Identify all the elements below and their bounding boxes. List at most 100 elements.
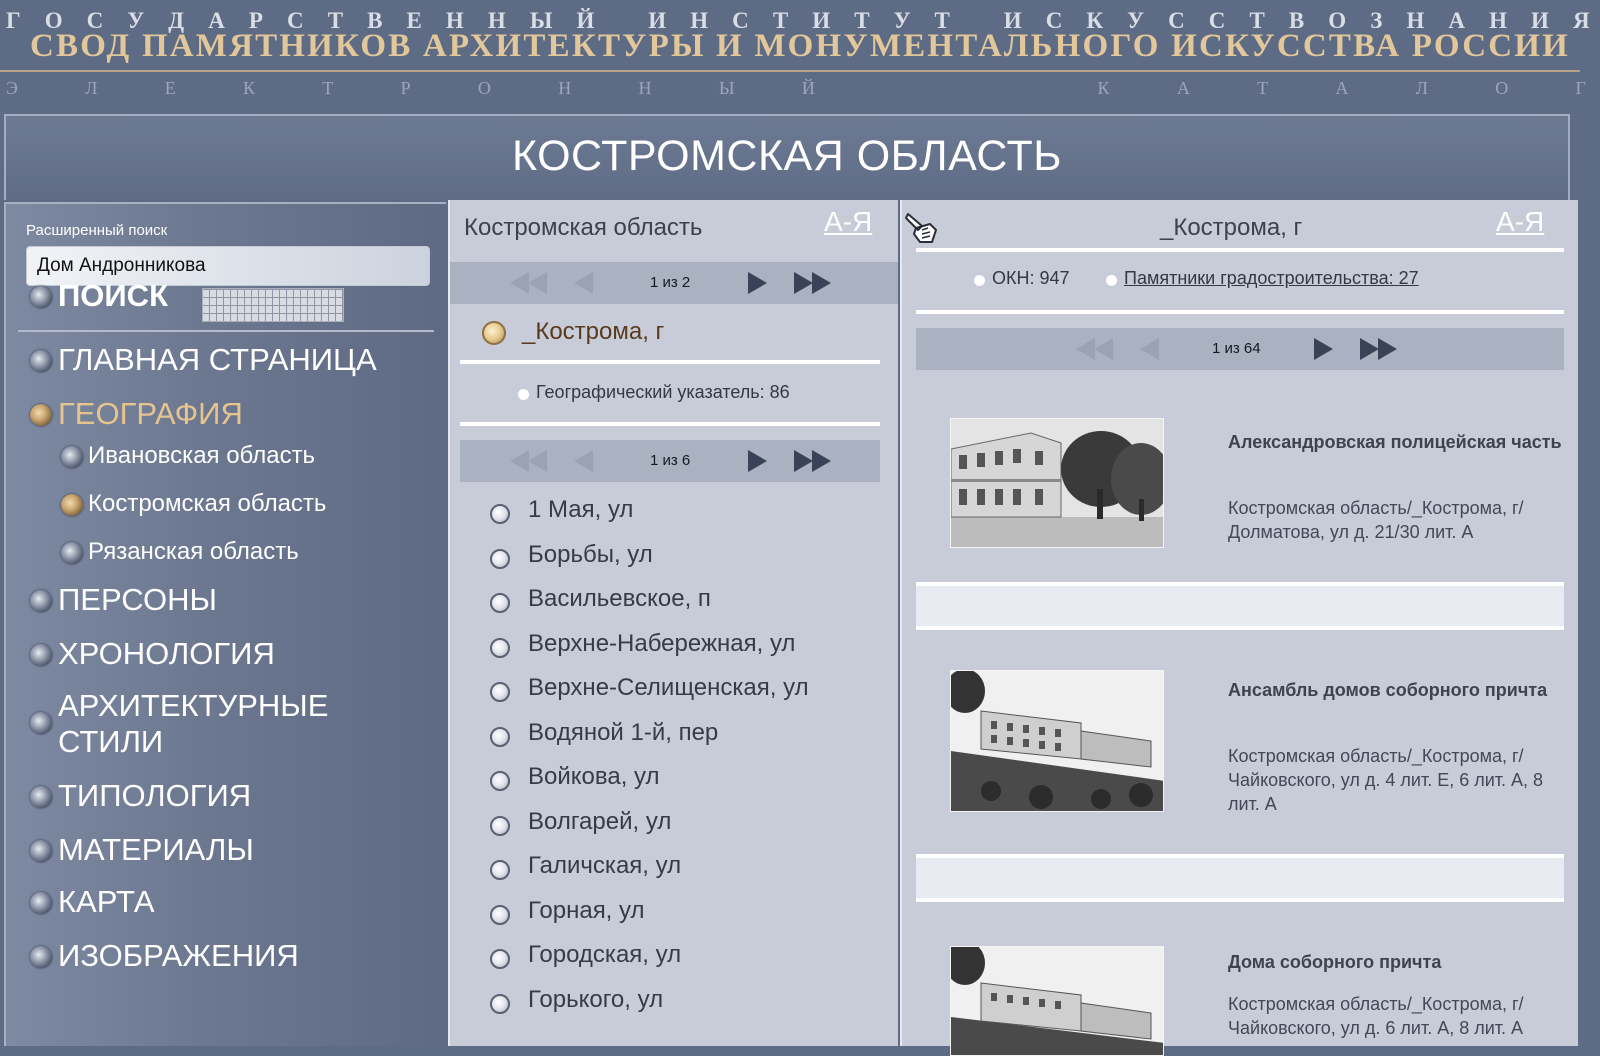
catalog-letter: А (1176, 78, 1190, 98)
last-page-icon (812, 450, 831, 472)
menu-item-persons[interactable]: ПЕРСОНЫ (58, 582, 217, 618)
region-panel: Костромская область А-Я 1 из 2 _Кострома… (448, 200, 898, 1046)
catalog-letter: Т (322, 78, 334, 98)
catalog-letter: О (477, 78, 491, 98)
page-title: КОСТРОМСКАЯ ОБЛАСТЬ (512, 132, 1062, 180)
street-item[interactable]: Верхне-Набережная, ул (528, 630, 795, 658)
divider (916, 310, 1564, 314)
pointer-hand-icon (905, 213, 937, 243)
catalog-letter: Р (400, 78, 411, 98)
street-item[interactable]: Васильевское, п (528, 585, 711, 613)
street-radio-icon[interactable] (490, 949, 510, 969)
advanced-search-link[interactable]: Расширенный поиск (26, 222, 167, 239)
bullet-icon (30, 946, 52, 968)
street-item[interactable]: Войкова, ул (528, 763, 660, 791)
last-page-icon (1378, 338, 1397, 360)
catalog-letter: Л (1415, 78, 1428, 98)
menu-item-images[interactable]: ИЗОБРАЖЕНИЯ (58, 938, 299, 974)
monument-photo[interactable] (950, 946, 1164, 1056)
street-radio-icon[interactable] (490, 994, 510, 1014)
last-page-icon[interactable] (794, 450, 813, 472)
submenu-item-ryazan[interactable]: Рязанская область (88, 538, 299, 566)
street-item[interactable]: Горная, ул (528, 897, 645, 925)
catalog-letter: О (1495, 78, 1509, 98)
menu-item-geography[interactable]: ГЕОГРАФИЯ (58, 396, 243, 432)
monument-photo[interactable] (950, 418, 1164, 548)
monument-photo[interactable] (950, 670, 1164, 812)
street-item[interactable]: Волгарей, ул (528, 808, 671, 836)
submenu-item-kostroma[interactable]: Костромская область (88, 490, 326, 518)
bullet-icon (30, 712, 52, 734)
street-radio-icon[interactable] (490, 771, 510, 791)
monument-address: Костромская область/_Кострома, г/ Долмат… (1228, 498, 1524, 542)
catalog-letter: Э (6, 78, 18, 98)
last-page-icon[interactable] (1360, 338, 1379, 360)
menu-item-map[interactable]: КАРТА (58, 884, 155, 920)
bullet-icon (30, 286, 52, 308)
bullet-icon (30, 590, 52, 612)
catalog-letter: Г (1575, 78, 1586, 98)
street-radio-icon[interactable] (490, 638, 510, 658)
street-radio-icon[interactable] (490, 593, 510, 613)
monument-title[interactable]: Ансамбль домов соборного причта (1228, 678, 1568, 702)
keyboard-icon[interactable] (202, 288, 344, 322)
region-header: КОСТРОМСКАЯ ОБЛАСТЬ (4, 114, 1570, 200)
submenu-item-ivanovo[interactable]: Ивановская область (88, 442, 315, 470)
row-separator (916, 854, 1564, 902)
monument-title[interactable]: Дома соборного причта (1228, 950, 1568, 974)
street-radio-icon[interactable] (490, 504, 510, 524)
radio-selected-icon[interactable] (482, 321, 506, 345)
street-radio-icon[interactable] (490, 549, 510, 569)
street-item[interactable]: 1 Мая, ул (528, 496, 633, 524)
menu-item-styles-line1[interactable]: АРХИТЕКТУРНЫЕ (58, 688, 328, 724)
street-item[interactable]: Водяной 1-й, пер (528, 719, 718, 747)
alphabet-sort-link[interactable]: А-Я (1496, 206, 1544, 238)
bullet-active-icon (61, 494, 83, 516)
first-page-icon (1094, 338, 1113, 360)
bullet-active-icon (30, 404, 52, 426)
prev-page-icon[interactable] (574, 450, 593, 472)
street-item[interactable]: Городская, ул (528, 941, 681, 969)
catalog-letter (1026, 78, 1031, 99)
street-item[interactable]: Верхне-Селищенская, ул (528, 674, 809, 702)
bullet-icon (518, 389, 529, 400)
urban-monuments-link[interactable]: Памятники градостроительства: 27 (1124, 268, 1419, 289)
menu-item-typology[interactable]: ТИПОЛОГИЯ (58, 778, 251, 814)
catalog-letter: Л (85, 78, 98, 98)
next-page-icon[interactable] (748, 272, 767, 294)
okn-count[interactable]: ОКН: 947 (992, 268, 1070, 289)
sidebar: Расширенный поиск ПОИСК ГЛАВНАЯ СТРАНИЦА… (4, 202, 446, 1046)
geo-index-link[interactable]: Географический указатель: 86 (536, 382, 790, 403)
panel-title: Костромская область (464, 214, 703, 241)
menu-item-materials[interactable]: МАТЕРИАЛЫ (58, 832, 254, 868)
first-page-icon[interactable] (510, 450, 529, 472)
page-counter: 1 из 64 (1212, 340, 1261, 357)
menu-item-home[interactable]: ГЛАВНАЯ СТРАНИЦА (58, 342, 377, 378)
first-page-icon[interactable] (1076, 338, 1095, 360)
last-page-icon[interactable] (794, 272, 813, 294)
alphabet-sort-link[interactable]: А-Я (824, 206, 872, 238)
first-page-icon[interactable] (510, 272, 529, 294)
street-radio-icon[interactable] (490, 727, 510, 747)
street-radio-icon[interactable] (490, 816, 510, 836)
street-radio-icon[interactable] (490, 905, 510, 925)
next-page-icon[interactable] (748, 450, 767, 472)
street-item[interactable]: Галичская, ул (528, 852, 681, 880)
menu-item-styles-line2[interactable]: СТИЛИ (58, 724, 163, 760)
prev-page-icon[interactable] (1140, 338, 1159, 360)
divider (460, 422, 880, 426)
street-item[interactable]: Горького, ул (528, 986, 663, 1014)
catalog-letter: Й (801, 78, 815, 98)
bullet-icon (974, 275, 985, 286)
search-button[interactable]: ПОИСК (58, 278, 168, 314)
first-page-icon (528, 450, 547, 472)
next-page-icon[interactable] (1314, 338, 1333, 360)
street-item[interactable]: Борьбы, ул (528, 541, 653, 569)
monument-title[interactable]: Александровская полицейская часть (1228, 430, 1568, 454)
selected-city[interactable]: _Кострома, г (522, 318, 664, 346)
prev-page-icon[interactable] (574, 272, 593, 294)
catalog-letter (882, 78, 887, 99)
street-radio-icon[interactable] (490, 682, 510, 702)
menu-item-chronology[interactable]: ХРОНОЛОГИЯ (58, 636, 275, 672)
street-radio-icon[interactable] (490, 860, 510, 880)
